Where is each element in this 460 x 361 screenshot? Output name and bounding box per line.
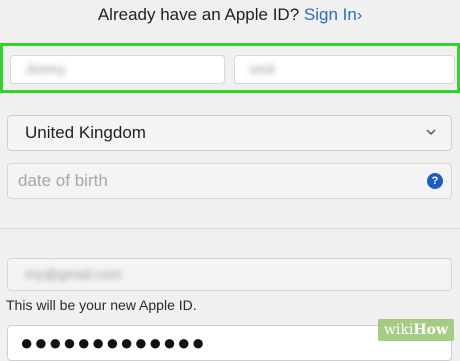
chevron-down-icon <box>426 129 436 136</box>
name-fields-highlight: Jimmy smit <box>0 43 460 93</box>
country-selected-value: United Kingdom <box>25 123 146 142</box>
password-masked-value: ●●●●●●●●●●●●● <box>20 330 206 355</box>
watermark-how: How <box>413 322 448 338</box>
first-name-field[interactable]: Jimmy <box>10 55 225 84</box>
first-name-value: Jimmy <box>25 61 66 77</box>
email-field[interactable]: my@gmail.com <box>7 258 452 291</box>
help-icon[interactable]: ? <box>427 173 443 189</box>
chevron-right-icon[interactable]: › <box>357 7 362 24</box>
sign-in-link[interactable]: Sign In <box>304 5 357 24</box>
apple-id-helper-text: This will be your new Apple ID. <box>6 297 197 313</box>
country-select[interactable]: United Kingdom <box>7 115 452 151</box>
wikihow-watermark-logo: wikiHow <box>377 319 454 341</box>
section-divider <box>0 228 460 229</box>
last-name-field[interactable]: smit <box>234 55 455 84</box>
email-value: my@gmail.com <box>25 266 122 282</box>
watermark-wiki: wiki <box>383 322 414 338</box>
last-name-value: smit <box>249 61 275 77</box>
date-of-birth-field[interactable]: date of birth ? <box>7 163 452 199</box>
sign-in-prompt: Already have an Apple ID? Sign In› <box>0 3 460 27</box>
date-of-birth-placeholder: date of birth <box>18 171 108 190</box>
sign-in-prompt-text: Already have an Apple ID? <box>97 5 300 24</box>
